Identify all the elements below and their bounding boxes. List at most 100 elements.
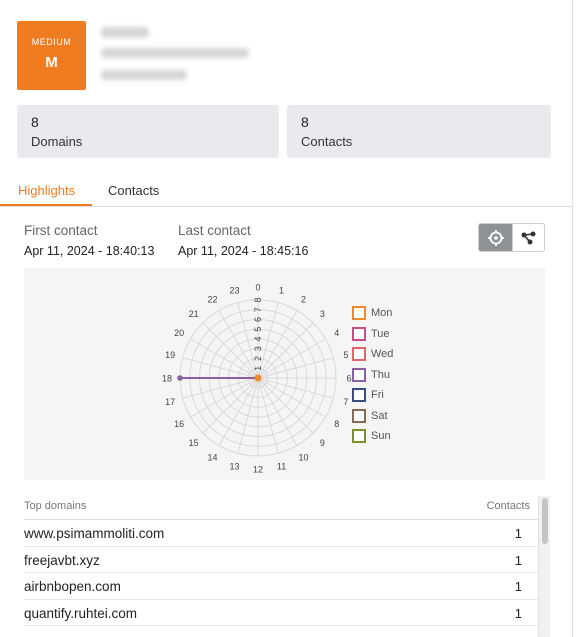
radar-hour-label: 19 <box>165 350 175 360</box>
top-domains-header: Top domains Contacts <box>24 496 538 520</box>
legend-swatch <box>352 347 366 361</box>
radar-hour-label: 5 <box>343 350 348 360</box>
legend-swatch <box>352 408 366 423</box>
radar-radial-tick: 2 <box>253 356 263 361</box>
scrollbar-thumb[interactable] <box>542 498 548 544</box>
radar-hour-label: 10 <box>298 452 308 462</box>
radar-radial-tick: 4 <box>253 336 263 341</box>
radar-center-point <box>254 374 262 382</box>
domain-name: airbnbopen.com <box>24 579 121 594</box>
domain-name: freejavbt.xyz <box>24 552 100 568</box>
radar-hour-label: 12 <box>253 465 263 475</box>
radar-hour-label: 23 <box>229 286 239 296</box>
radar-hour-label: 14 <box>207 452 217 462</box>
redacted-detail <box>101 70 187 80</box>
severity-level: MEDIUM <box>31 37 72 47</box>
tab-highlights[interactable]: Highlights <box>18 183 75 198</box>
legend-item-sun[interactable]: Sun <box>352 429 412 443</box>
radar-hour-label: 3 <box>320 309 325 319</box>
table-row[interactable]: www.psimammoliti.com 1 <box>24 520 538 547</box>
redacted-name <box>101 27 149 38</box>
legend-label: Wed <box>371 348 394 360</box>
radar-radial-tick: 6 <box>253 317 263 322</box>
table-row[interactable]: airbnbopen.com 1 <box>24 573 538 600</box>
radar-spoke <box>257 377 279 454</box>
radar-hour-label: 8 <box>334 419 339 429</box>
legend-label: Fri <box>371 389 384 401</box>
radar-chart: 0 123456789101112131415161718192021222312… <box>162 283 352 475</box>
legend-label: Mon <box>371 307 393 319</box>
panel-border <box>572 0 573 637</box>
radar-hour-label: 20 <box>174 328 184 338</box>
graph-view-button[interactable] <box>512 224 544 251</box>
radar-hour-label: 4 <box>334 328 339 338</box>
severity-letter: M <box>45 54 58 71</box>
radar-hour-label: 21 <box>189 309 199 319</box>
legend-item-fri[interactable]: Fri <box>352 388 412 402</box>
active-tab-indicator <box>0 204 92 206</box>
radar-hour-label: 0 <box>255 283 260 293</box>
domains-count: 8 <box>31 114 39 130</box>
radar-hour-label: 13 <box>229 461 239 471</box>
radar-spoke <box>257 357 334 379</box>
legend-label: Tue <box>371 327 390 340</box>
radar-hour-label: 6 <box>346 374 351 384</box>
domains-scrollbar[interactable] <box>538 496 550 637</box>
radar-hour-label: 17 <box>165 397 175 407</box>
radar-radial-tick: 7 <box>253 307 263 312</box>
legend-item-sat[interactable]: Sat <box>352 408 412 423</box>
domains-stat-card[interactable]: 8 Domains <box>17 105 279 158</box>
domain-contacts: 1 <box>514 526 522 541</box>
radar-hour-label: 11 <box>277 461 286 471</box>
radar-radial-tick: 8 <box>253 297 263 302</box>
last-contact-label: Last contact <box>178 223 251 238</box>
domain-name: quantify.ruhtei.com <box>24 605 138 621</box>
domain-contacts: 1 <box>514 605 522 621</box>
radar-spoke <box>182 377 259 399</box>
severity-badge: MEDIUM M <box>17 21 86 90</box>
legend-item-thu[interactable]: Thu <box>352 367 412 382</box>
first-contact-label: First contact <box>24 223 98 238</box>
radar-radial-tick: 1 <box>253 366 263 371</box>
radar-chart-panel: 0 1 2 3 4 5 6 7 8 9 10 11 12 13 14 15 16 17 18 19 20 21 22 23 1 2… <box>24 268 545 480</box>
radar-hour-label: 22 <box>207 295 217 305</box>
domain-contacts: 1 <box>514 579 522 594</box>
radar-radial-tick: 3 <box>253 346 263 351</box>
radar-hour-label: 2 <box>301 295 306 305</box>
legend-item-mon[interactable]: Mon <box>352 306 412 320</box>
col-domain-header: Top domains <box>24 500 87 512</box>
radar-spoke <box>182 357 259 379</box>
radar-hour-label: 9 <box>320 438 325 448</box>
legend-swatch <box>352 367 366 382</box>
graph-icon <box>521 231 536 244</box>
legend-swatch <box>352 388 366 402</box>
legend-swatch <box>352 306 366 320</box>
radar-spoke <box>237 377 259 454</box>
legend-item-wed[interactable]: Wed <box>352 347 412 361</box>
domains-label: Domains <box>31 134 83 149</box>
table-row[interactable]: quantify.ruhtei.com 1 <box>24 600 538 626</box>
tab-contacts[interactable]: Contacts <box>108 183 159 198</box>
radar-radial-tick: 5 <box>253 327 263 332</box>
contacts-stat-card[interactable]: 8 Contacts <box>287 105 551 158</box>
radar-hour-label: 18 <box>162 374 172 384</box>
radar-spoke <box>257 377 334 399</box>
legend-label: Sun <box>371 430 391 442</box>
last-contact-value: Apr 11, 2024 - 18:45:16 <box>178 244 309 258</box>
crosshair-icon <box>487 229 504 246</box>
contacts-count: 8 <box>301 114 309 130</box>
radar-hour-label: 16 <box>174 419 184 429</box>
col-contacts-header: Contacts <box>486 500 530 512</box>
radar-view-button[interactable] <box>479 224 512 251</box>
first-contact-value: Apr 11, 2024 - 18:40:13 <box>24 244 155 258</box>
radar-hour-label: 7 <box>343 397 348 407</box>
top-domains-table: Top domains Contacts www.psimammoliti.co… <box>24 496 538 626</box>
legend-label: Sat <box>371 409 388 422</box>
table-row[interactable]: freejavbt.xyz 1 <box>24 547 538 573</box>
legend-item-tue[interactable]: Tue <box>352 326 412 341</box>
radar-point-thu <box>177 375 183 381</box>
chart-view-toggle <box>478 223 545 252</box>
radar-hour-label: 15 <box>189 438 199 448</box>
contacts-label: Contacts <box>301 134 353 149</box>
tab-bar: Highlights Contacts <box>0 173 572 207</box>
